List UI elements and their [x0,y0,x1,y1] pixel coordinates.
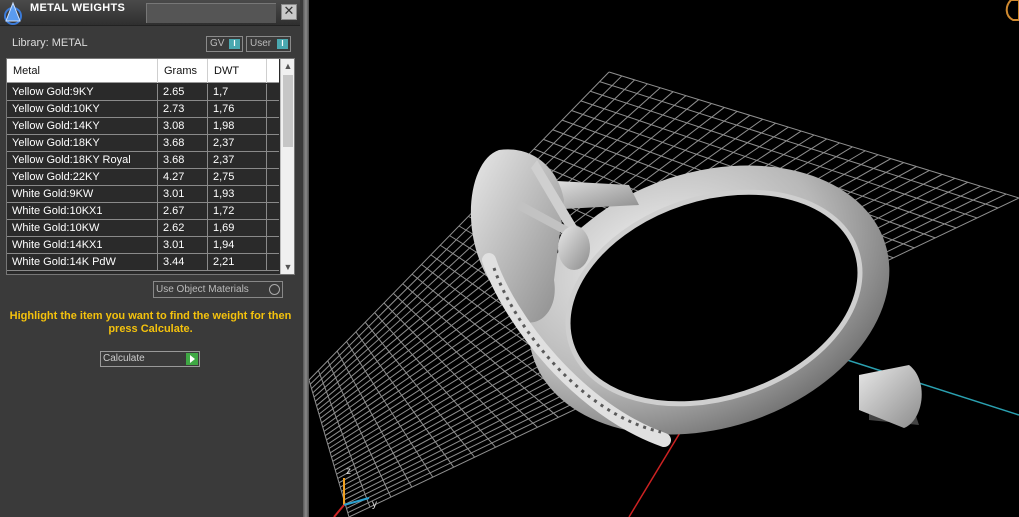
cell-metal: Yellow Gold:10KY [7,101,158,117]
cell-grams: 3.44 [158,254,208,270]
cell-grams: 4.27 [158,169,208,185]
scroll-up-icon[interactable]: ▲ [281,59,294,73]
gv-toggle-indicator: I [229,39,240,49]
app-logo-icon [4,1,22,25]
corner-decoration-icon [1005,0,1019,21]
cell-grams: 2.65 [158,84,208,100]
user-toggle-indicator: I [277,39,288,49]
use-object-materials-toggle[interactable]: Use Object Materials [153,281,283,298]
title-tab-area [146,3,276,23]
cell-grams: 2.62 [158,220,208,236]
gv-toggle[interactable]: GV I [206,36,243,52]
3d-viewport[interactable]: z y [309,0,1019,517]
cell-metal: Yellow Gold:9KY [7,84,158,100]
table-scrollbar[interactable]: ▲ ▼ [280,59,294,274]
viewport-scene [309,0,1019,517]
cell-grams: 3.08 [158,118,208,134]
column-header-dwt[interactable]: DWT [208,59,267,83]
cell-metal: White Gold:9KW [7,186,158,202]
gv-toggle-label: GV [210,38,225,49]
cell-metal: Yellow Gold:14KY [7,118,158,134]
metal-table: Metal Grams DWT Yellow Gold:9KY 2.65 1,7 Ye… [6,58,295,275]
cell-metal: Yellow Gold:22KY [7,169,158,185]
cell-grams: 3.68 [158,152,208,168]
table-header: Metal Grams DWT [7,59,279,83]
table-row[interactable]: White Gold:14KX1 3.01 1,94 [7,237,279,254]
cell-grams: 3.68 [158,135,208,151]
calculate-button[interactable]: Calculate [100,351,200,367]
table-body: Yellow Gold:9KY 2.65 1,7 Yellow Gold:10KY 2.… [7,84,279,271]
table-row[interactable]: Yellow Gold:22KY 4.27 2,75 [7,169,279,186]
cell-dwt: 2,37 [208,135,267,151]
cell-dwt: 1,76 [208,101,267,117]
cell-metal: White Gold:10KW [7,220,158,236]
user-toggle-label: User [250,38,272,49]
cell-dwt: 1,72 [208,203,267,219]
cell-grams: 2.73 [158,101,208,117]
table-row[interactable]: Yellow Gold:18KY Royal 3.68 2,37 [7,152,279,169]
scroll-thumb[interactable] [283,75,293,147]
cell-metal: White Gold:14KX1 [7,237,158,253]
cell-grams: 2.67 [158,203,208,219]
title-bar: METAL WEIGHTS ✕ [0,0,300,26]
metal-weights-panel: METAL WEIGHTS ✕ Library: METAL GV I User… [0,0,303,517]
ring-model [470,149,922,447]
cell-grams: 3.01 [158,186,208,202]
cell-metal: Yellow Gold:18KY Royal [7,152,158,168]
ring-setting-halo [470,149,564,323]
cell-dwt: 2,37 [208,152,267,168]
cell-metal: Yellow Gold:18KY [7,135,158,151]
table-row[interactable]: White Gold:9KW 3.01 1,93 [7,186,279,203]
scroll-down-icon[interactable]: ▼ [281,260,294,274]
cell-dwt: 1,94 [208,237,267,253]
cell-metal: White Gold:10KX1 [7,203,158,219]
panel-title: METAL WEIGHTS [30,2,126,14]
use-object-materials-label: Use Object Materials [156,284,249,295]
table-row[interactable]: White Gold:14K PdW 3.44 2,21 [7,254,279,271]
table-row[interactable]: Yellow Gold:9KY 2.65 1,7 [7,84,279,101]
column-header-grams[interactable]: Grams [158,59,208,83]
axis-y-label: y [372,499,377,510]
radio-indicator-icon [269,284,280,295]
instruction-text: Highlight the item you want to find the … [9,310,292,335]
axis-z-label: z [346,466,351,477]
play-arrow-icon [186,353,198,365]
app-window: METAL WEIGHTS ✕ Library: METAL GV I User… [0,0,1019,517]
cell-dwt: 1,98 [208,118,267,134]
library-label: Library: METAL [12,37,88,49]
ring-side-stone-bar [859,365,922,428]
cell-dwt: 1,93 [208,186,267,202]
table-row[interactable]: Yellow Gold:14KY 3.08 1,98 [7,118,279,135]
table-row[interactable]: White Gold:10KW 2.62 1,69 [7,220,279,237]
table-row[interactable]: Yellow Gold:18KY 3.68 2,37 [7,135,279,152]
user-toggle[interactable]: User I [246,36,291,52]
cell-metal: White Gold:14K PdW [7,254,158,270]
table-row[interactable]: Yellow Gold:10KY 2.73 1,76 [7,101,279,118]
cell-dwt: 2,21 [208,254,267,270]
cell-dwt: 1,7 [208,84,267,100]
table-row[interactable]: White Gold:10KX1 2.67 1,72 [7,203,279,220]
ring-stone-seat [558,226,590,270]
cell-dwt: 2,75 [208,169,267,185]
calculate-label: Calculate [103,353,145,364]
column-header-metal[interactable]: Metal [7,59,158,83]
cell-dwt: 1,69 [208,220,267,236]
cell-grams: 3.01 [158,237,208,253]
close-icon[interactable]: ✕ [281,4,297,20]
